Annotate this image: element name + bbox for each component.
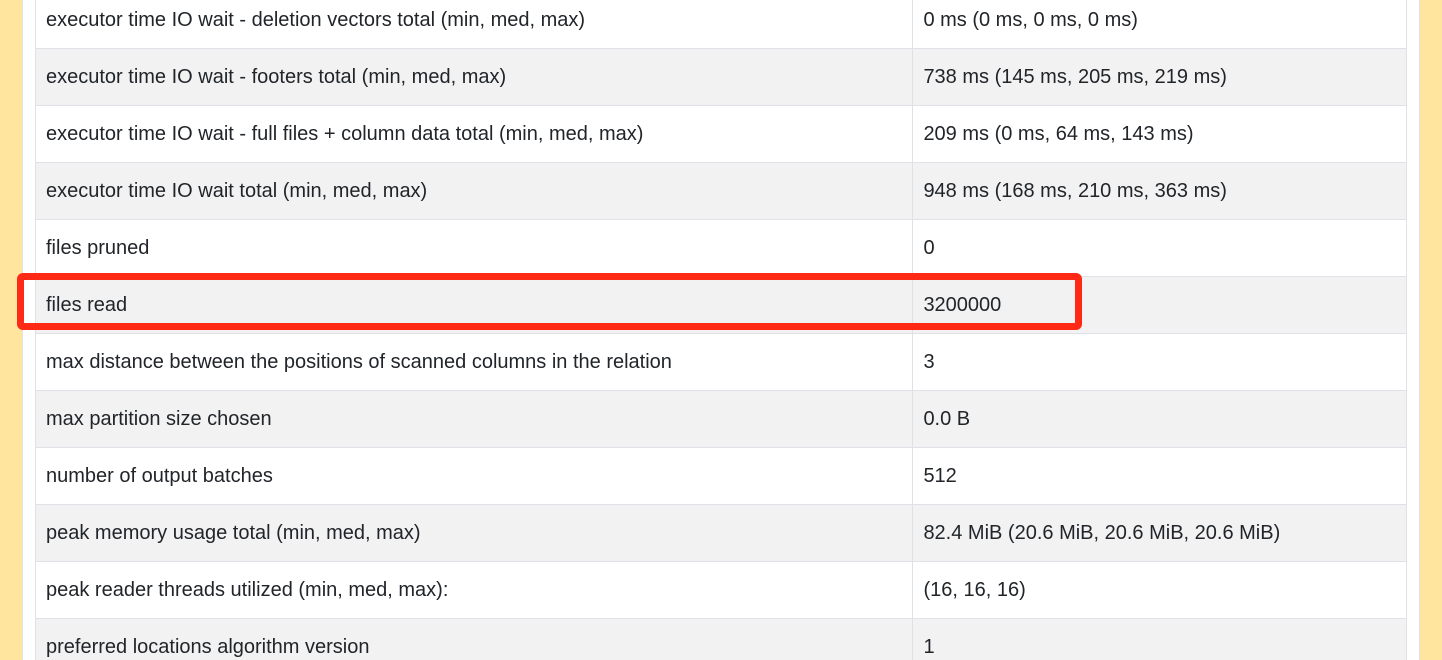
table-row: files pruned 0 bbox=[36, 220, 1407, 277]
table-row: executor time IO wait total (min, med, m… bbox=[36, 163, 1407, 220]
metric-value: 512 bbox=[913, 448, 1407, 505]
metric-label: files read bbox=[36, 277, 913, 334]
metric-value: 3 bbox=[913, 334, 1407, 391]
metric-label: peak reader threads utilized (min, med, … bbox=[36, 562, 913, 619]
table-row: max partition size chosen 0.0 B bbox=[36, 391, 1407, 448]
table-row: preferred locations algorithm version 1 bbox=[36, 619, 1407, 660]
metric-value: 209 ms (0 ms, 64 ms, 143 ms) bbox=[913, 106, 1407, 163]
table-row: files read 3200000 bbox=[36, 277, 1407, 334]
metrics-panel-inner: executor time IO wait - deletion vectors… bbox=[23, 0, 1419, 660]
metric-value: 0 ms (0 ms, 0 ms, 0 ms) bbox=[913, 0, 1407, 49]
table-row: peak memory usage total (min, med, max) … bbox=[36, 505, 1407, 562]
table-row: executor time IO wait - footers total (m… bbox=[36, 49, 1407, 106]
table-row: executor time IO wait - full files + col… bbox=[36, 106, 1407, 163]
metric-value: 0.0 B bbox=[913, 391, 1407, 448]
metric-value: 738 ms (145 ms, 205 ms, 219 ms) bbox=[913, 49, 1407, 106]
table-row: peak reader threads utilized (min, med, … bbox=[36, 562, 1407, 619]
metric-value: 1 bbox=[913, 619, 1407, 660]
metric-label: max distance between the positions of sc… bbox=[36, 334, 913, 391]
metric-label: executor time IO wait - footers total (m… bbox=[36, 49, 913, 106]
metric-label: files pruned bbox=[36, 220, 913, 277]
metrics-table: executor time IO wait - deletion vectors… bbox=[35, 0, 1407, 660]
metric-value: 82.4 MiB (20.6 MiB, 20.6 MiB, 20.6 MiB) bbox=[913, 505, 1407, 562]
metric-label: executor time IO wait - deletion vectors… bbox=[36, 0, 913, 49]
metric-label: peak memory usage total (min, med, max) bbox=[36, 505, 913, 562]
metric-label: preferred locations algorithm version bbox=[36, 619, 913, 660]
viewport: executor time IO wait - deletion vectors… bbox=[0, 0, 1442, 660]
metric-value: 3200000 bbox=[913, 277, 1407, 334]
metric-label: executor time IO wait total (min, med, m… bbox=[36, 163, 913, 220]
metrics-panel: executor time IO wait - deletion vectors… bbox=[22, 0, 1420, 660]
metric-value: (16, 16, 16) bbox=[913, 562, 1407, 619]
table-row: executor time IO wait - deletion vectors… bbox=[36, 0, 1407, 49]
metric-label: number of output batches bbox=[36, 448, 913, 505]
metric-label: executor time IO wait - full files + col… bbox=[36, 106, 913, 163]
table-row: max distance between the positions of sc… bbox=[36, 334, 1407, 391]
table-row: number of output batches 512 bbox=[36, 448, 1407, 505]
metric-value: 948 ms (168 ms, 210 ms, 363 ms) bbox=[913, 163, 1407, 220]
metric-label: max partition size chosen bbox=[36, 391, 913, 448]
metric-value: 0 bbox=[913, 220, 1407, 277]
